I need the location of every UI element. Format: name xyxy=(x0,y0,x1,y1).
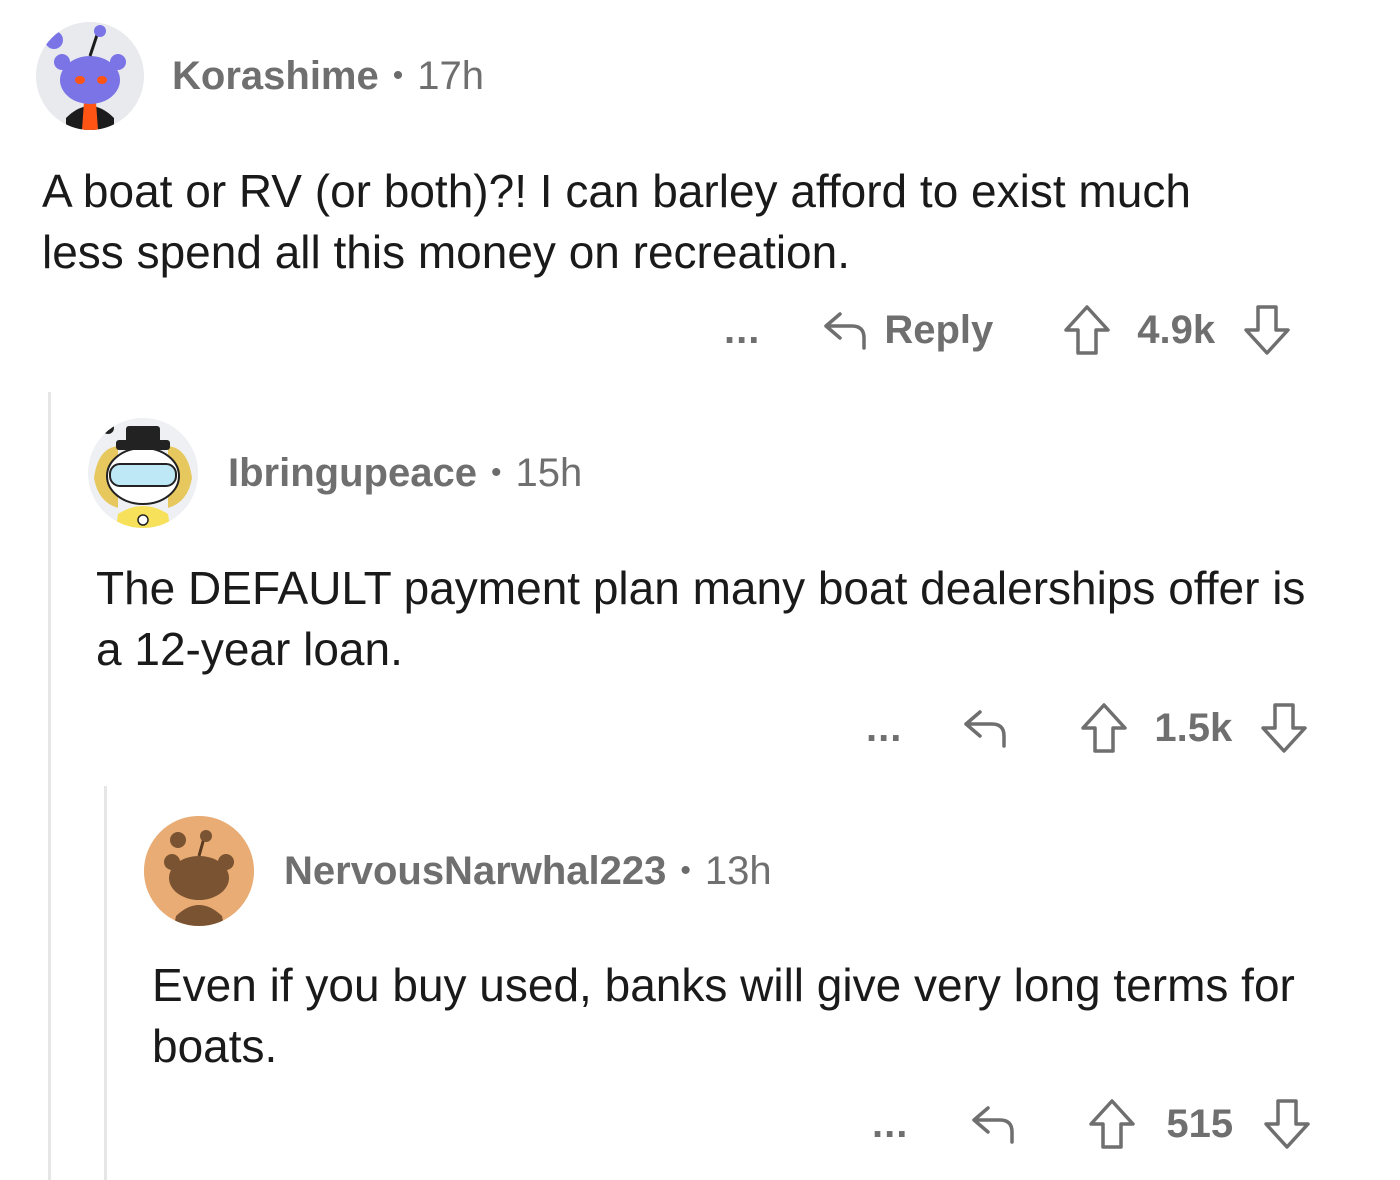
upvote-button[interactable] xyxy=(1080,702,1128,754)
comment-meta: Korashime • 17h xyxy=(172,54,484,99)
reply-arrow-icon xyxy=(822,308,870,352)
avatar[interactable] xyxy=(88,418,198,528)
comment-body: The DEFAULT payment plan many boat deale… xyxy=(96,562,1306,675)
downvote-button[interactable] xyxy=(1260,702,1308,754)
reply-arrow-icon xyxy=(970,1102,1018,1146)
username[interactable]: NervousNarwhal223 xyxy=(284,849,666,894)
upvote-arrow-icon xyxy=(1063,304,1111,356)
comment-actions: ... 515 xyxy=(872,1094,1311,1154)
downvote-arrow-icon xyxy=(1260,702,1308,754)
downvote-arrow-icon xyxy=(1263,1098,1311,1150)
upvote-arrow-icon xyxy=(1088,1098,1136,1150)
avatar[interactable] xyxy=(36,22,144,130)
downvote-button[interactable] xyxy=(1243,304,1291,356)
comment-meta: NervousNarwhal223 • 13h xyxy=(284,849,772,894)
separator-dot: • xyxy=(490,456,502,489)
thread-line-level-2[interactable] xyxy=(104,786,107,1180)
reply-button[interactable]: Reply xyxy=(822,308,993,353)
comment-actions: ... Reply 4.9k xyxy=(724,300,1291,360)
comment-body: Even if you buy used, banks will give ve… xyxy=(152,959,1295,1072)
reply-button[interactable] xyxy=(970,1102,1018,1146)
comment-body: A boat or RV (or both)?! I can barley af… xyxy=(42,165,1191,278)
thread-line-level-1[interactable] xyxy=(48,392,51,1180)
upvote-button[interactable] xyxy=(1088,1098,1136,1150)
username[interactable]: Ibringupeace xyxy=(228,451,477,496)
more-options-button[interactable]: ... xyxy=(724,308,760,353)
downvote-button[interactable] xyxy=(1263,1098,1311,1150)
reply-button[interactable] xyxy=(962,706,1010,750)
separator-dot: • xyxy=(680,854,691,887)
comment-header: NervousNarwhal223 • 13h xyxy=(144,816,772,926)
comment-actions: ... 1.5k xyxy=(866,698,1308,758)
timestamp[interactable]: 13h xyxy=(705,849,772,894)
comment-header: Korashime • 17h xyxy=(36,22,484,130)
timestamp[interactable]: 15h xyxy=(515,451,582,496)
avatar[interactable] xyxy=(144,816,254,926)
reply-label: Reply xyxy=(884,307,994,352)
upvote-arrow-icon xyxy=(1080,702,1128,754)
comment-header: Ibringupeace • 15h xyxy=(88,418,582,528)
username[interactable]: Korashime xyxy=(172,54,379,99)
vote-score: 4.9k xyxy=(1137,307,1216,352)
reply-arrow-icon xyxy=(962,706,1010,750)
more-options-button[interactable]: ... xyxy=(872,1102,908,1147)
vote-score: 515 xyxy=(1166,1101,1234,1146)
timestamp[interactable]: 17h xyxy=(417,54,484,99)
more-options-button[interactable]: ... xyxy=(866,706,902,751)
comment-meta: Ibringupeace • 15h xyxy=(228,451,582,496)
downvote-arrow-icon xyxy=(1243,304,1291,356)
upvote-button[interactable] xyxy=(1063,304,1111,356)
vote-score: 1.5k xyxy=(1154,705,1233,750)
separator-dot: • xyxy=(392,59,404,92)
